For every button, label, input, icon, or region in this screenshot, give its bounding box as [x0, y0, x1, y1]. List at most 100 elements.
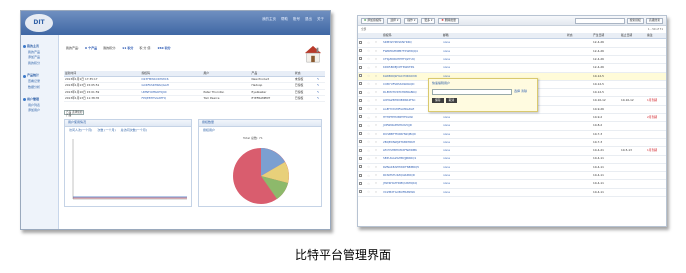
checkbox[interactable] — [359, 115, 362, 119]
cell-email[interactable]: none — [442, 47, 566, 56]
star-icon[interactable]: ☆ — [366, 171, 374, 181]
row-checkbox-cell[interactable] — [358, 130, 366, 139]
cell-code[interactable]: RZNAKEAPHWDFNBMRQ5 — [382, 163, 442, 173]
select-menu-button[interactable]: 选择 ▾ — [387, 17, 402, 24]
row-checkbox-cell[interactable] — [358, 188, 366, 198]
cell-email[interactable]: none — [442, 155, 566, 164]
sidebar-item-products[interactable]: 我的产品 — [23, 50, 56, 55]
flag-icon[interactable]: ⚐ — [374, 188, 382, 198]
cell-email[interactable]: none — [442, 63, 566, 73]
star-icon[interactable]: ☆ — [366, 163, 374, 173]
cell-code[interactable]: JUPWNGPWHK9VQJD — [382, 121, 442, 131]
row-checkbox-cell[interactable] — [358, 55, 366, 65]
top-link-logout[interactable]: 退出 — [305, 17, 312, 21]
flag-icon[interactable]: ⚐ — [374, 72, 382, 81]
sidebar-item-points[interactable]: 我的积分 — [23, 61, 56, 66]
legend-item[interactable]: 授权用户 — [203, 129, 215, 133]
stat-value[interactable]: 150 积分 — [157, 46, 170, 51]
cell-code[interactable]: KDR5BDEJCPT6WKTRS — [382, 63, 442, 73]
flag-icon[interactable]: ⚐ — [374, 55, 382, 65]
star-icon[interactable]: ☆ — [366, 113, 374, 123]
row-checkbox-cell[interactable] — [358, 105, 366, 115]
top-link-about[interactable]: 关于 — [317, 17, 324, 21]
flag-icon[interactable]: ⚐ — [374, 179, 382, 189]
edit-icon[interactable]: ✎ — [315, 95, 325, 103]
row-checkbox-cell[interactable] — [358, 80, 366, 90]
cell-code[interactable]: FPQE8THVGXEFQ — [140, 95, 203, 103]
flag-icon[interactable]: ⚐ — [374, 88, 382, 98]
checkbox[interactable] — [359, 173, 362, 177]
cell-code[interactable]: DUSBBTTMXRHWQBQD — [382, 130, 442, 139]
dialog-save-button[interactable]: 保存 — [432, 97, 444, 103]
star-icon[interactable]: ☆ — [366, 38, 374, 48]
top-link-home[interactable]: 我的主页 — [262, 17, 276, 21]
cell-code[interactable]: JHWKHGTHNEQUNHQKQ — [382, 179, 442, 189]
select-all-link[interactable]: 全部 — [361, 28, 366, 31]
flag-icon[interactable]: ⚐ — [374, 138, 382, 148]
checkbox[interactable] — [359, 82, 362, 86]
star-icon[interactable]: ☆ — [366, 96, 374, 106]
cell-email[interactable]: none — [442, 146, 566, 156]
cell-code[interactable]: LEOYSHBHUMXFNWRMK — [382, 146, 442, 156]
star-icon[interactable]: ☆ — [366, 188, 374, 198]
cell-code[interactable]: SRM3Z7ZKSKNYKRQ — [382, 38, 442, 48]
checkbox[interactable] — [359, 148, 362, 152]
ops-menu-button[interactable]: 操作 ▾ — [404, 17, 419, 24]
checkbox[interactable] — [359, 90, 362, 94]
flag-icon[interactable]: ⚐ — [374, 171, 382, 181]
cell-code[interactable]: SEZUGGZGHBVJJRRRQ1 — [382, 155, 442, 164]
legend-item[interactable]: 次数 (一个月) — [97, 129, 115, 133]
cell-email[interactable]: none — [442, 179, 566, 189]
row-checkbox-cell[interactable] — [358, 146, 366, 156]
search-input[interactable] — [574, 17, 625, 24]
star-icon[interactable]: ☆ — [366, 130, 374, 139]
checkbox[interactable] — [359, 132, 362, 136]
row-checkbox-cell[interactable] — [358, 171, 366, 181]
star-icon[interactable]: ☆ — [366, 47, 374, 56]
cell-code[interactable]: RCSMSTU4ZQGRZNQD — [382, 171, 442, 181]
flag-icon[interactable]: ⚐ — [374, 146, 382, 156]
flag-icon[interactable]: ⚐ — [374, 80, 382, 90]
cell-email[interactable]: none — [442, 138, 566, 148]
star-icon[interactable]: ☆ — [366, 179, 374, 189]
flag-icon[interactable]: ⚐ — [374, 47, 382, 56]
star-icon[interactable]: ☆ — [366, 121, 374, 131]
legend-item[interactable]: 总访问次数(一个月) — [121, 129, 147, 133]
sidebar-item-add-product[interactable]: 添加产品 — [23, 56, 56, 60]
sidebar-item-add-user[interactable]: 添加用户 — [23, 109, 56, 113]
checkbox[interactable] — [359, 49, 362, 53]
flag-icon[interactable]: ⚐ — [374, 121, 382, 131]
checkbox[interactable] — [359, 74, 362, 77]
checkbox[interactable] — [359, 190, 362, 194]
cell-code[interactable]: VCZMXTGXBUFRZNW6 — [382, 188, 442, 198]
sidebar-item-user-list[interactable]: 用户列表 — [23, 103, 56, 108]
cell-code[interactable]: HTHPTPHXBPHT5GWI — [382, 113, 442, 123]
flag-icon[interactable]: ⚐ — [374, 155, 382, 164]
checkbox[interactable] — [359, 156, 362, 160]
row-checkbox-cell[interactable] — [358, 179, 366, 189]
checkbox[interactable] — [359, 98, 362, 102]
cell-email[interactable]: none — [442, 113, 566, 123]
star-icon[interactable]: ☆ — [366, 155, 374, 164]
row-checkbox-cell[interactable] — [358, 121, 366, 131]
cell-code[interactable]: 2BQEDNWJZTKBKTRKH — [382, 138, 442, 148]
dialog-cancel-button[interactable]: 取消 — [445, 97, 458, 103]
cell-code[interactable]: FWREDZMPB7FXWMQQ4 — [382, 47, 442, 56]
flag-icon[interactable]: ⚐ — [374, 130, 382, 139]
star-icon[interactable]: ☆ — [366, 146, 374, 156]
search-button[interactable]: 搜索授权 — [626, 17, 644, 24]
legend-item[interactable]: 访问人次(一个月) — [69, 129, 92, 133]
row-checkbox-cell[interactable] — [358, 88, 366, 98]
cell-email[interactable]: none — [442, 121, 566, 131]
star-icon[interactable]: ☆ — [366, 105, 374, 115]
checkbox[interactable] — [359, 140, 362, 144]
checkbox[interactable] — [359, 40, 362, 44]
row-checkbox-cell[interactable] — [358, 72, 366, 81]
cell-code[interactable]: CTSJZDRKHEHFQZ7UQ — [382, 55, 442, 65]
star-icon[interactable]: ☆ — [366, 63, 374, 73]
row-checkbox-cell[interactable] — [358, 96, 366, 106]
checkbox[interactable] — [359, 65, 362, 69]
checkbox[interactable] — [359, 165, 362, 169]
row-checkbox-cell[interactable] — [358, 38, 366, 48]
pager-range[interactable]: 1 - 50 of 71 — [648, 28, 663, 31]
